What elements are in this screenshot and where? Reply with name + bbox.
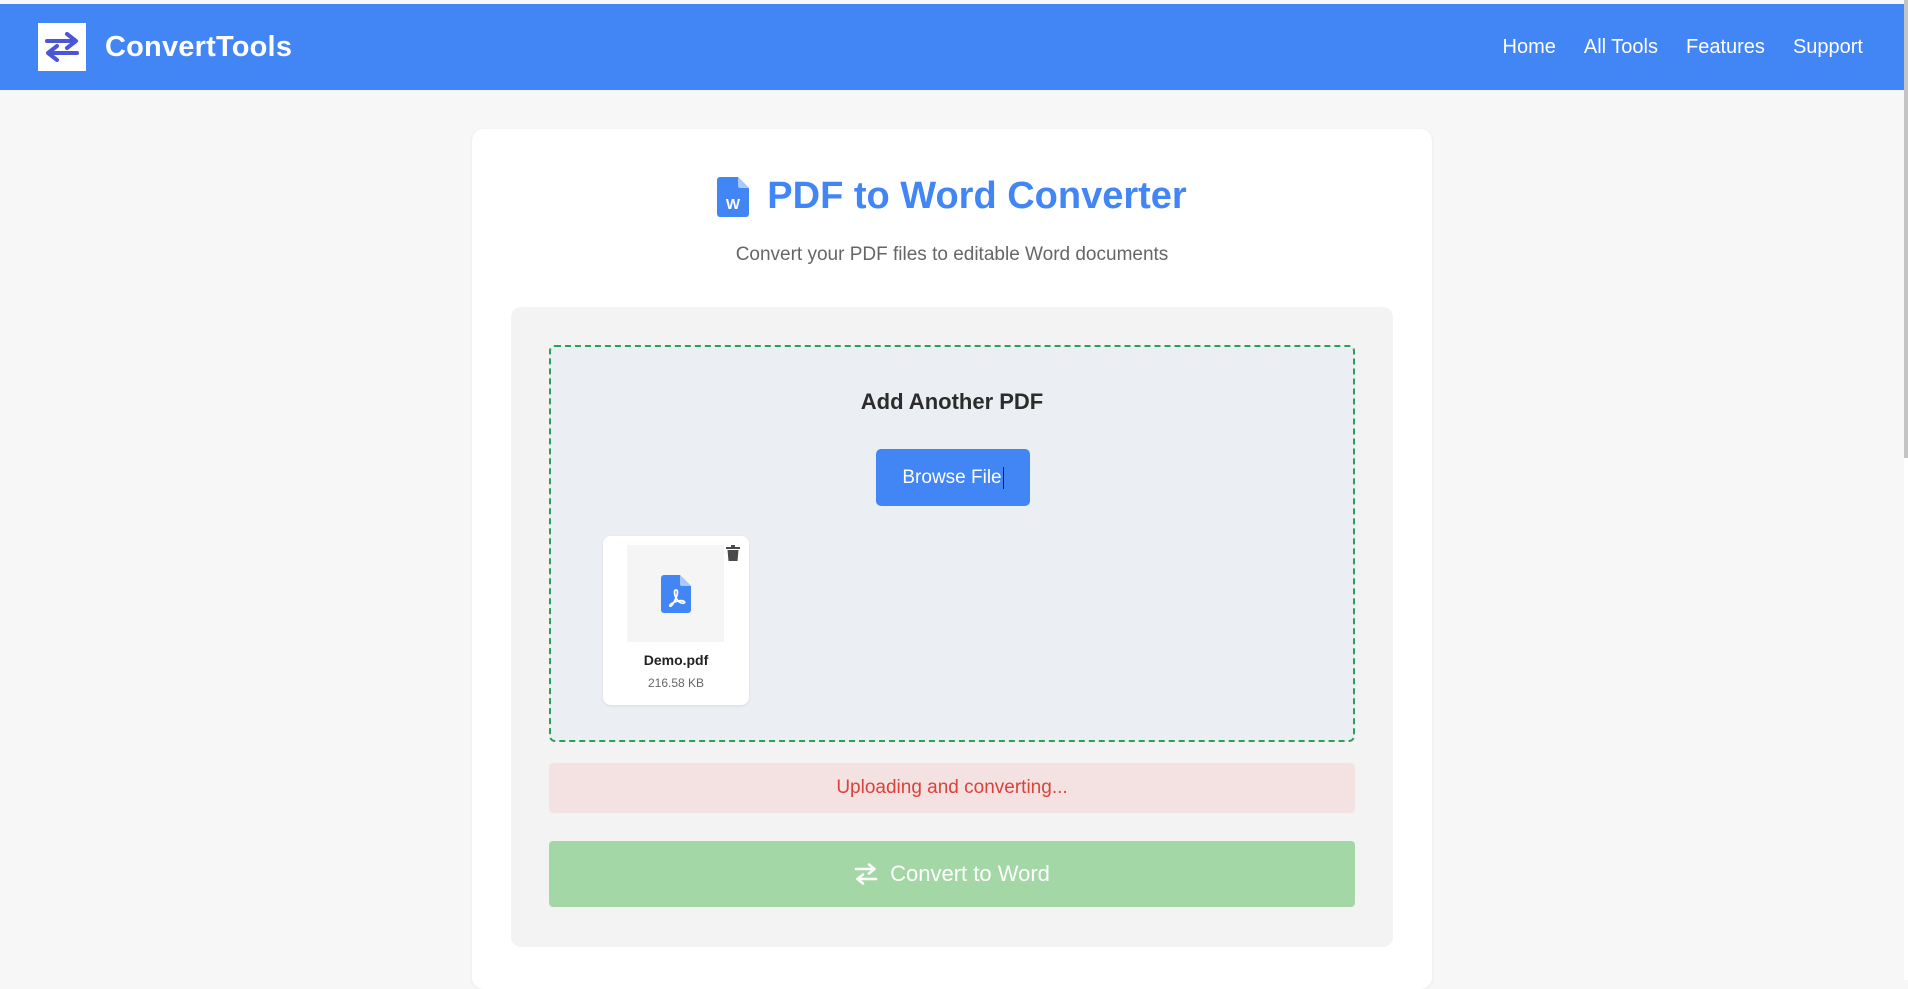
word-file-icon: W (717, 176, 750, 217)
nav-features[interactable]: Features (1686, 36, 1765, 59)
file-size: 216.58 KB (647, 676, 705, 690)
browse-file-button[interactable]: Browse File (876, 449, 1030, 506)
nav-support[interactable]: Support (1793, 36, 1863, 59)
swap-arrows-icon (45, 32, 79, 62)
scrollbar-thumb[interactable] (1904, 0, 1908, 458)
file-dropzone[interactable]: Add Another PDF Browse File Demo.pdf 216… (549, 345, 1355, 742)
browse-file-label: Browse File (902, 466, 1002, 488)
dropzone-title: Add Another PDF (860, 389, 1044, 414)
brand-name[interactable]: ConvertTools (105, 31, 292, 64)
nav-home[interactable]: Home (1503, 36, 1556, 59)
convert-to-word-button[interactable]: Convert to Word (549, 841, 1355, 907)
page-subtitle: Convert your PDF files to editable Word … (735, 244, 1169, 265)
title-row: W PDF to Word Converter (472, 175, 1432, 218)
top-navbar: ConvertTools Home All Tools Features Sup… (0, 4, 1904, 90)
file-thumbnail (627, 545, 724, 642)
converter-card: W PDF to Word Converter Convert your PDF… (472, 129, 1432, 989)
upload-panel: Add Another PDF Browse File Demo.pdf 216… (511, 307, 1393, 947)
trash-icon[interactable] (726, 545, 740, 561)
logo[interactable] (38, 23, 86, 71)
svg-text:W: W (726, 196, 741, 213)
file-name: Demo.pdf (643, 652, 709, 668)
main-nav: Home All Tools Features Support (1503, 36, 1863, 59)
convert-button-label: Convert to Word (890, 861, 1050, 886)
page-title: PDF to Word Converter (767, 175, 1187, 217)
text-cursor (1002, 466, 1004, 489)
file-card: Demo.pdf 216.58 KB (603, 536, 749, 705)
status-message: Uploading and converting... (549, 763, 1355, 813)
swap-arrows-icon (854, 863, 878, 885)
pdf-file-icon (660, 574, 691, 613)
nav-all-tools[interactable]: All Tools (1584, 36, 1658, 59)
page-scrollbar[interactable] (1904, 0, 1908, 980)
